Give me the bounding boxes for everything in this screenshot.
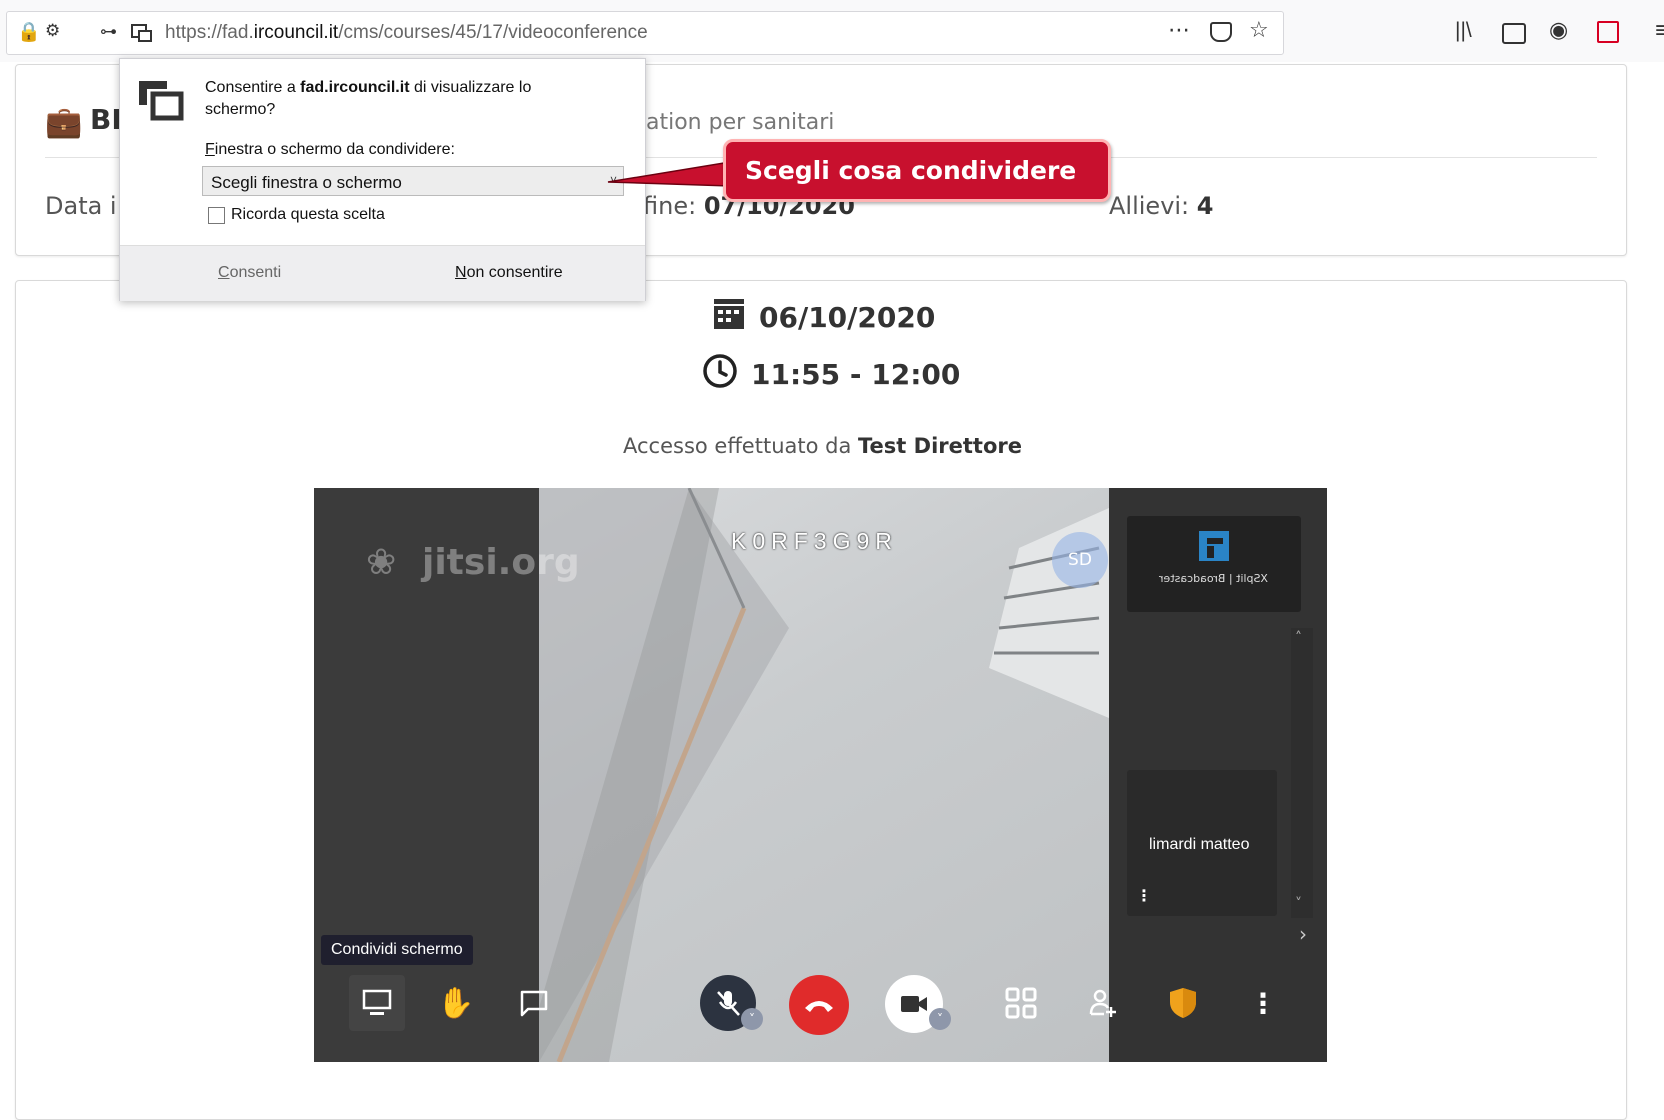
screen-share-large-icon	[137, 79, 185, 123]
thumbnail-xsplit-text: XSplit | Broadcaster	[1159, 572, 1269, 585]
calendar-icon	[713, 298, 745, 330]
add-participant-icon	[1089, 989, 1116, 1017]
raise-hand-button[interactable]: ✋	[428, 975, 484, 1031]
more-vertical-icon: ⋮	[1249, 986, 1277, 1020]
participant-menu-icon[interactable]: ⋮	[1136, 886, 1152, 905]
share-screen-button[interactable]	[349, 975, 405, 1031]
allow-button[interactable]: Consenti	[218, 264, 281, 282]
tile-view-button[interactable]	[993, 975, 1049, 1031]
remember-checkbox[interactable]	[208, 207, 225, 224]
video-camera-icon	[901, 996, 927, 1012]
scroll-up-icon[interactable]: ˄	[1295, 630, 1302, 646]
participant-avatar[interactable]: SD	[1052, 532, 1108, 588]
thumbnail-xsplit[interactable]: XSplit | Broadcaster	[1127, 516, 1301, 612]
extension-icon[interactable]	[1597, 21, 1619, 43]
select-label: Finestra o schermo da condividere:	[205, 141, 455, 158]
start-date-label: Data i	[45, 192, 117, 220]
grid-icon	[1005, 987, 1037, 1019]
filmstrip-toggle-icon[interactable]: ›	[1299, 922, 1307, 946]
invite-button[interactable]	[1075, 975, 1131, 1031]
hangup-button[interactable]	[789, 975, 849, 1035]
instruction-callout: Scegli cosa condividere	[723, 139, 1111, 202]
session-time: 11:55 - 12:00	[751, 358, 961, 391]
mic-muted-icon	[717, 991, 740, 1016]
account-icon[interactable]: ◉	[1549, 18, 1568, 43]
popup-footer: Consenti Non consentire	[120, 245, 645, 301]
camera-options-chevron-icon[interactable]: ˅	[929, 1008, 951, 1030]
menu-icon[interactable]: ≡	[1654, 18, 1664, 43]
xsplit-logo-icon	[1197, 529, 1231, 563]
security-button[interactable]	[1155, 975, 1211, 1031]
shield-icon	[1170, 988, 1196, 1018]
participant-name: limardi matteo	[1149, 836, 1250, 853]
hand-icon: ✋	[437, 985, 475, 1021]
permissions-icon[interactable]: ⚙	[45, 21, 60, 41]
screen-select-dropdown[interactable]: Scegli finestra o schermo ˅	[202, 166, 624, 196]
monitor-icon	[362, 989, 392, 1015]
room-code: K0RF3G9R	[731, 528, 898, 554]
thumbnail-participant[interactable]: limardi matteo ⋮	[1127, 770, 1277, 916]
popup-question: Consentire a fad.ircouncil.it di visuali…	[205, 79, 532, 118]
screen-select-value: Scegli finestra o schermo	[211, 173, 402, 192]
filmstrip-scrollbar[interactable]: ˄ ˅	[1291, 628, 1313, 918]
deny-button[interactable]: Non consentire	[455, 264, 563, 282]
pocket-icon[interactable]	[1210, 22, 1232, 42]
hangup-icon	[805, 1001, 833, 1012]
callout-pointer	[607, 161, 731, 187]
more-actions-button[interactable]: ⋮	[1235, 975, 1291, 1031]
briefcase-icon: 💼	[45, 105, 83, 140]
mic-options-chevron-icon[interactable]: ˅	[741, 1008, 763, 1030]
sidebar-icon[interactable]	[1502, 23, 1526, 44]
jitsi-logo-icon: ❀	[366, 542, 397, 583]
remember-label: Ricorda questa scelta	[231, 206, 385, 223]
course-subtitle: ation per sanitari	[646, 110, 835, 135]
chat-icon	[520, 990, 548, 1017]
screen-share-tooltip: Condividi schermo	[321, 935, 473, 965]
jitsi-watermark: jitsi.org	[422, 542, 580, 583]
video-conference[interactable]: ❀ jitsi.org K0RF3G9R SD XSplit | Broadca…	[314, 488, 1327, 1062]
scroll-down-icon[interactable]: ˅	[1295, 896, 1302, 912]
access-info: Accesso effettuato da Test Direttore	[623, 434, 1022, 458]
star-icon[interactable]: ☆	[1249, 18, 1269, 43]
more-icon[interactable]: ⋯	[1168, 18, 1190, 43]
library-icon[interactable]: ||\	[1455, 19, 1472, 43]
clock-icon	[702, 353, 738, 389]
session-date: 06/10/2020	[759, 301, 936, 334]
screen-share-permission-popup: Consentire a fad.ircouncil.it di visuali…	[119, 58, 646, 301]
students-count: Allievi: 4	[1109, 192, 1214, 220]
chat-button[interactable]	[506, 975, 562, 1031]
browser-toolbar: 🔒 ⚙ ⊶ https://fad.ircouncil.it/cms/cours…	[0, 0, 1664, 62]
lock-icon[interactable]: 🔒	[17, 20, 41, 43]
key-icon[interactable]: ⊶	[100, 22, 117, 42]
url-text[interactable]: https://fad.ircouncil.it/cms/courses/45/…	[165, 22, 648, 44]
screen-share-icon-inner	[138, 30, 152, 42]
